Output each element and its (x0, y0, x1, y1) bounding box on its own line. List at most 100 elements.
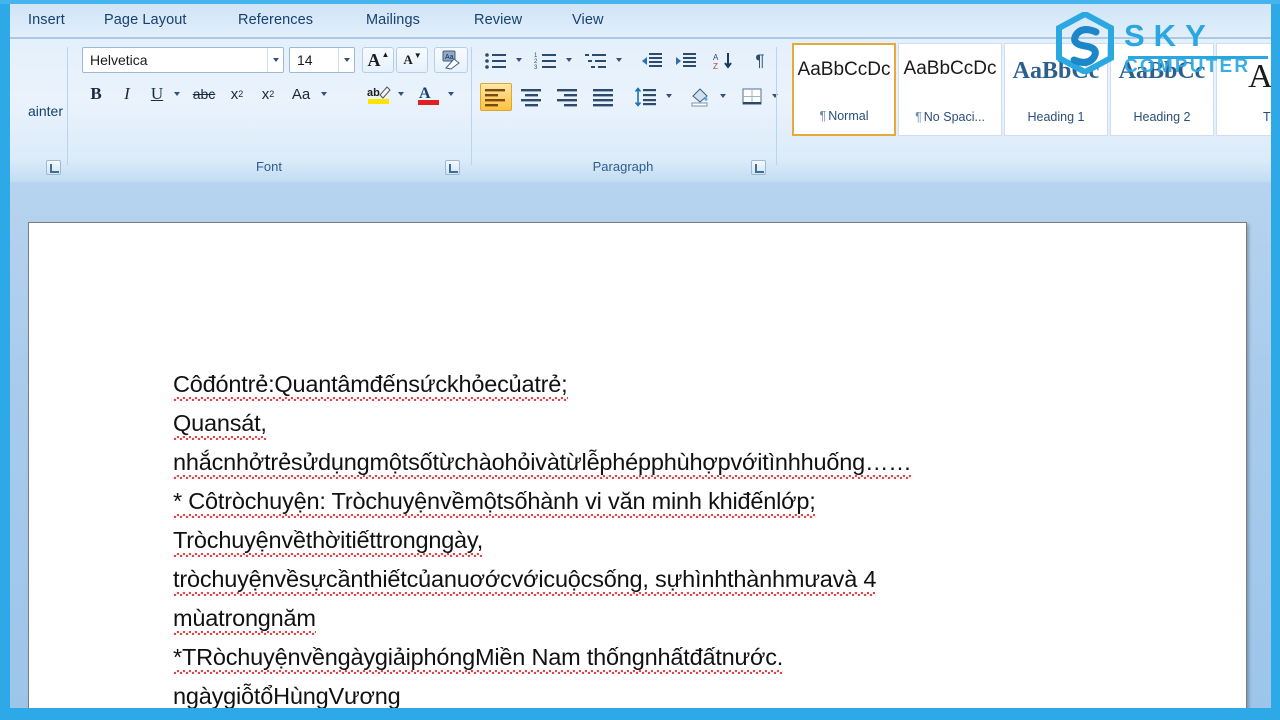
ribbon: Insert Page Layout References Mailings R… (10, 0, 1271, 182)
font-color-icon: A (416, 83, 442, 107)
document-canvas: Côđóntrẻ:Quantâmđếnsứckhỏecủatrẻ; Quansá… (10, 182, 1271, 708)
window-frame-top (0, 0, 1280, 4)
document-page[interactable]: Côđóntrẻ:Quantâmđếnsứckhỏecủatrẻ; Quansá… (28, 222, 1247, 720)
window-frame-left (0, 0, 10, 720)
justify-icon (592, 87, 616, 107)
style-preview: AaBbCc (1112, 58, 1212, 85)
tab-view[interactable]: View (566, 10, 610, 30)
font-name-combo[interactable]: Helvetica (82, 47, 284, 73)
word-window: Insert Page Layout References Mailings R… (0, 0, 1280, 720)
svg-text:A: A (419, 85, 431, 102)
font-size-combo[interactable]: 14 (289, 47, 355, 73)
superscript-button[interactable]: x2 (254, 81, 282, 107)
grow-font-button[interactable]: A ▲ (362, 47, 394, 73)
clipboard-dialog-launcher[interactable] (46, 160, 61, 175)
sort-az-icon: A Z (712, 51, 736, 71)
font-dialog-launcher[interactable] (445, 160, 460, 175)
bulleted-list-button[interactable] (480, 47, 512, 75)
document-body-text[interactable]: Côđóntrẻ:Quantâmđếnsứckhỏecủatrẻ; Quansá… (173, 365, 1193, 716)
tab-page-layout[interactable]: Page Layout (98, 10, 193, 30)
align-center-button[interactable] (516, 83, 548, 111)
borders-dropdown-arrow[interactable] (768, 83, 782, 109)
align-left-button[interactable] (480, 83, 512, 111)
style-preview: AaBbCc (1006, 58, 1106, 85)
group-divider-paragraph (776, 47, 777, 165)
bullets-dropdown-arrow[interactable] (512, 47, 526, 73)
font-size-dropdown-arrow[interactable] (338, 48, 354, 72)
bold-button[interactable]: B (82, 81, 110, 107)
group-font: Helvetica 14 A ▲ A ▼ (68, 41, 470, 182)
ribbon-body: ainter Helvetica 14 A ▲ (10, 39, 1271, 182)
clear-formatting-button[interactable]: Aa (434, 47, 468, 73)
ribbon-tab-bar: Insert Page Layout References Mailings R… (10, 0, 1271, 38)
increase-indent-button[interactable] (670, 47, 702, 75)
shading-button[interactable] (684, 83, 716, 111)
subscript-icon: x (231, 86, 239, 103)
line-spacing-dropdown-arrow[interactable] (662, 83, 676, 109)
multilevel-list-button[interactable] (580, 47, 612, 75)
tab-insert[interactable]: Insert (22, 10, 71, 30)
decrease-indent-button[interactable] (636, 47, 668, 75)
grow-font-icon: A (368, 50, 381, 71)
style-item-heading-1[interactable]: AaBbCc Heading 1 (1004, 43, 1108, 136)
document-line: Tròchuyệnvềthờitiếttrongngày, (173, 521, 1193, 560)
sort-button[interactable]: A Z (708, 47, 740, 75)
align-right-button[interactable] (552, 83, 584, 111)
pilcrow-icon: ¶ (915, 110, 922, 124)
font-size-value: 14 (290, 52, 338, 68)
multilevel-dropdown-arrow[interactable] (612, 47, 626, 73)
underline-dropdown-arrow[interactable] (170, 81, 184, 107)
line-spacing-icon (634, 87, 658, 107)
style-item-heading-2[interactable]: AaBbCc Heading 2 (1110, 43, 1214, 136)
justify-button[interactable] (588, 83, 620, 111)
svg-text:A: A (713, 53, 719, 62)
numbered-list-button[interactable]: 1 2 3 (530, 47, 562, 75)
numbered-list-icon: 1 2 3 (534, 51, 558, 71)
shading-icon (688, 87, 712, 107)
highlight-dropdown-arrow[interactable] (394, 81, 408, 107)
group-paragraph: 1 2 3 (472, 41, 774, 182)
tab-references[interactable]: References (232, 10, 319, 30)
group-clipboard: ainter (10, 41, 66, 182)
change-case-dropdown-arrow[interactable] (317, 81, 331, 107)
numbering-dropdown-arrow[interactable] (562, 47, 576, 73)
shading-dropdown-arrow[interactable] (716, 83, 730, 109)
font-color-button[interactable]: A (414, 81, 444, 109)
strikethrough-button[interactable]: abc (188, 81, 220, 107)
paragraph-dialog-launcher[interactable] (751, 160, 766, 175)
shrink-font-icon: A (403, 52, 412, 68)
style-label: Heading 1 (1028, 110, 1085, 124)
borders-button[interactable] (736, 83, 768, 111)
change-case-button[interactable]: Aa (285, 81, 317, 107)
style-item-normal[interactable]: AaBbCcDc ¶Normal (792, 43, 896, 136)
line-spacing-button[interactable] (630, 83, 662, 111)
italic-button[interactable]: I (113, 81, 141, 107)
document-line: tròchuyệnvềsựcầnthiếtcủanuơớcvớicuộcsống… (173, 560, 1193, 599)
font-color-dropdown-arrow[interactable] (444, 81, 458, 107)
font-name-value: Helvetica (83, 52, 267, 68)
text-highlight-button[interactable]: ab (364, 81, 394, 109)
show-formatting-marks-button[interactable]: ¶ (746, 47, 774, 75)
document-line: *TRòchuyệnvềngàygiảiphóngMiền Nam thốngn… (173, 638, 1193, 677)
svg-text:3: 3 (534, 65, 538, 71)
increase-indent-icon (674, 51, 698, 71)
style-label: ¶Normal (819, 109, 868, 123)
pilcrow-icon: ¶ (819, 109, 826, 123)
style-item-no-spacing[interactable]: AaBbCcDc ¶No Spaci... (898, 43, 1002, 136)
shrink-font-button[interactable]: A ▼ (396, 47, 428, 73)
style-label: Heading 2 (1134, 110, 1191, 124)
bulleted-list-icon (484, 51, 508, 71)
clear-formatting-icon: Aa (440, 50, 462, 70)
styles-gallery: AaBbCcDc ¶Normal AaBbCcDc ¶No Spaci... A… (784, 43, 1271, 139)
underline-button[interactable]: U (144, 81, 170, 107)
document-line: nhắcnhởtrẻsửdụngmộtsốtừchàohỏivàtừlễphép… (173, 443, 1193, 482)
window-frame-bottom (0, 708, 1280, 720)
font-name-dropdown-arrow[interactable] (267, 48, 283, 72)
group-label-paragraph: Paragraph (472, 159, 774, 174)
tab-mailings[interactable]: Mailings (360, 10, 426, 30)
window-frame-right (1271, 0, 1280, 720)
subscript-button[interactable]: x2 (223, 81, 251, 107)
multilevel-list-icon (584, 51, 608, 71)
align-center-icon (520, 87, 544, 107)
tab-review[interactable]: Review (468, 10, 528, 30)
